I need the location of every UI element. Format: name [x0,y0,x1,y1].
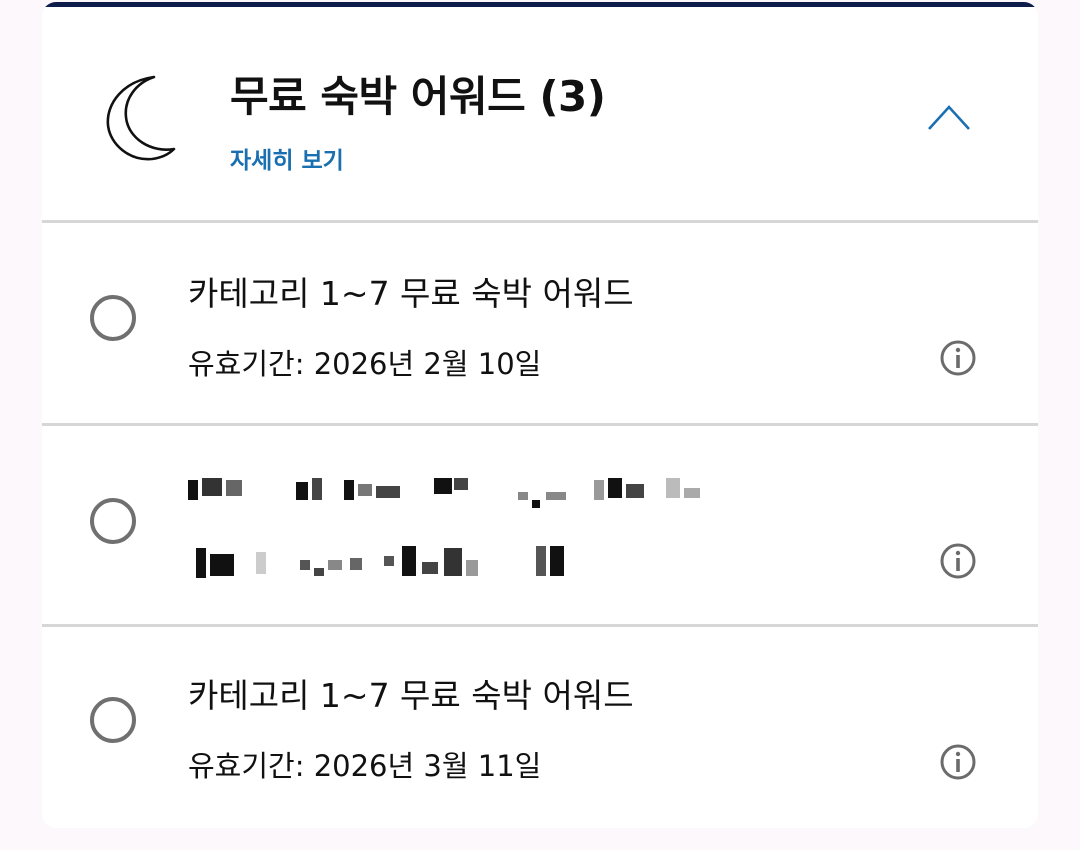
crescent-moon-icon [106,75,176,161]
chevron-up-icon[interactable] [925,97,973,137]
award-validity-date: 유효기간: 2026년 3월 11일 [188,749,542,783]
info-icon[interactable] [939,542,977,580]
view-details-link[interactable]: 자세히 보기 [230,141,344,175]
award-radio-button[interactable] [90,697,136,743]
award-list-item[interactable]: 카테고리 1~7 무료 숙박 어워드 유효기간: 2026년 2월 10일 [42,223,1038,423]
award-list-item[interactable] [42,426,1038,626]
awards-header[interactable]: 무료 숙박 어워드 (3) 자세히 보기 [42,7,1038,222]
award-radio-button[interactable] [90,498,136,544]
award-title: 카테고리 1~7 무료 숙박 어워드 [188,676,634,715]
award-title: 카테고리 1~7 무료 숙박 어워드 [188,274,634,313]
award-radio-button[interactable] [90,295,136,341]
info-icon[interactable] [939,743,977,781]
free-night-awards-card: 무료 숙박 어워드 (3) 자세히 보기 카테고리 1~7 무료 숙박 어워드 … [42,2,1038,828]
award-list-item[interactable]: 카테고리 1~7 무료 숙박 어워드 유효기간: 2026년 3월 11일 [42,627,1038,827]
award-title-redacted [188,474,708,508]
info-icon[interactable] [939,339,977,377]
award-validity-redacted [188,544,588,578]
award-validity-date: 유효기간: 2026년 2월 10일 [188,347,542,381]
awards-section-title: 무료 숙박 어워드 (3) [230,72,606,121]
